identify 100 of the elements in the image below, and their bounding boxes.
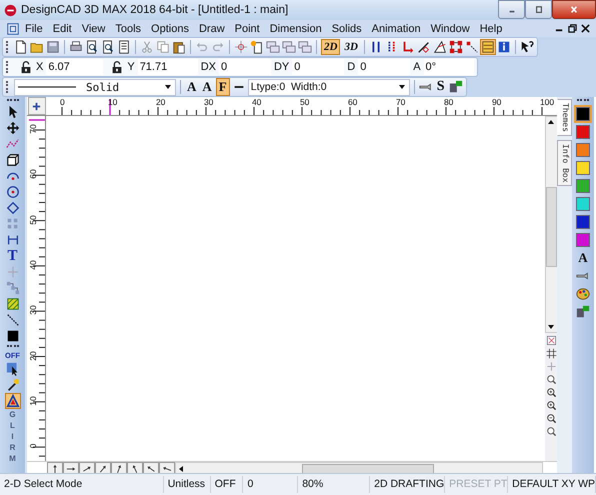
tools-icon[interactable] xyxy=(576,305,590,319)
scroll-left-icon[interactable] xyxy=(178,464,184,472)
line-icon[interactable] xyxy=(6,313,20,327)
menu-item[interactable]: Solids xyxy=(326,22,367,34)
zoom-out-icon[interactable] xyxy=(546,413,556,424)
snap-button[interactable]: R xyxy=(10,443,16,452)
cut-icon[interactable] xyxy=(140,40,154,54)
hatch-icon[interactable] xyxy=(6,297,20,311)
page-star-icon[interactable] xyxy=(250,40,264,54)
cross-box-icon[interactable] xyxy=(546,335,556,346)
plus-icon xyxy=(32,102,42,110)
paste-icon[interactable] xyxy=(172,40,186,54)
menu-item[interactable]: Dimension xyxy=(264,22,327,34)
snap-button[interactable]: I xyxy=(11,432,14,441)
text-color-button[interactable]: A xyxy=(578,251,588,265)
side-tab[interactable]: Info Box xyxy=(557,140,572,186)
print-icon[interactable] xyxy=(69,40,83,54)
circle-icon[interactable] xyxy=(6,185,20,199)
ruler-corner-button[interactable] xyxy=(28,97,46,115)
palette-icon[interactable] xyxy=(576,287,590,301)
triangle-icon[interactable] xyxy=(432,40,447,54)
wand-icon[interactable] xyxy=(6,378,20,392)
zoom-in-icon[interactable] xyxy=(546,400,556,411)
minimize-button[interactable] xyxy=(498,0,525,19)
layers-icon[interactable] xyxy=(480,40,495,54)
windows-icon[interactable] xyxy=(266,40,280,54)
scroll-up-icon[interactable] xyxy=(547,119,555,125)
windows-icon[interactable] xyxy=(298,40,312,54)
snap-button[interactable]: G xyxy=(9,410,16,419)
windows-icon[interactable] xyxy=(282,40,296,54)
info-icon[interactable] xyxy=(496,40,511,54)
line-style-dropdown[interactable]: Solid xyxy=(14,78,176,96)
menu-item[interactable]: Window xyxy=(426,22,475,34)
move-icon[interactable] xyxy=(6,121,20,135)
color-swatch[interactable] xyxy=(576,125,590,139)
menu-item[interactable]: Options xyxy=(146,22,194,34)
ruler-label: 30 xyxy=(204,97,214,107)
document-icon[interactable] xyxy=(117,40,131,54)
color-swatch[interactable] xyxy=(576,161,590,175)
maximize-button[interactable] xyxy=(525,0,552,19)
vertical-scrollbar[interactable] xyxy=(544,116,558,333)
dimension-icon[interactable] xyxy=(6,233,20,247)
menu-item[interactable]: Help xyxy=(474,22,508,34)
view-mode-button[interactable]: 3D xyxy=(342,40,360,54)
scrollbar-thumb[interactable] xyxy=(546,187,556,267)
font-button[interactable]: A xyxy=(200,79,214,95)
color-swatch[interactable] xyxy=(576,233,590,247)
color-swatch[interactable] xyxy=(576,143,590,157)
handles-icon[interactable] xyxy=(448,40,463,54)
scrollbar-thumb[interactable] xyxy=(302,464,434,474)
status-field: DEFAULT XY WP xyxy=(508,476,596,493)
status-field: PRESET PT xyxy=(445,476,508,493)
restore-icon[interactable] xyxy=(568,24,577,33)
dotted-line-icon[interactable] xyxy=(464,40,479,54)
close-button[interactable] xyxy=(552,0,596,19)
pen-icon[interactable] xyxy=(416,40,431,54)
fill-button[interactable]: F xyxy=(216,78,230,96)
side-tab[interactable]: Themes xyxy=(557,99,572,136)
snap-button[interactable]: M xyxy=(9,454,16,463)
view-mode-button[interactable]: 2D xyxy=(321,39,340,55)
menu-item[interactable]: Draw xyxy=(194,22,230,34)
filled-square-icon[interactable] xyxy=(6,329,20,343)
menu-item[interactable]: View xyxy=(76,22,110,34)
tools-icon[interactable] xyxy=(448,80,463,94)
nodes-icon[interactable] xyxy=(6,281,20,295)
cube-icon[interactable] xyxy=(6,153,20,167)
text-tool-button[interactable]: T xyxy=(7,249,18,263)
zoom-in-icon[interactable] xyxy=(546,387,556,398)
symbol-button[interactable]: S xyxy=(434,79,447,95)
magnifier-icon[interactable] xyxy=(546,426,556,437)
diamond-icon[interactable] xyxy=(6,201,20,215)
snap-button[interactable]: L xyxy=(10,421,15,430)
magnifier-icon[interactable] xyxy=(546,374,556,385)
close-icon[interactable] xyxy=(581,24,590,33)
maximize-icon xyxy=(534,6,544,14)
scroll-down-icon[interactable] xyxy=(547,324,555,330)
color-swatch[interactable] xyxy=(576,215,590,229)
menu-item[interactable]: Point xyxy=(230,22,265,34)
menu-item[interactable]: Animation xyxy=(366,22,426,34)
save-icon[interactable] xyxy=(46,40,60,54)
menu-item[interactable]: Edit xyxy=(48,22,77,34)
polyline-icon[interactable] xyxy=(6,137,20,151)
corner-arrow-icon[interactable] xyxy=(400,40,415,54)
new-file-icon[interactable] xyxy=(14,40,28,54)
color-swatch[interactable] xyxy=(576,107,590,121)
help-icon[interactable] xyxy=(520,40,534,54)
open-folder-icon[interactable] xyxy=(30,40,44,54)
print-preview-icon[interactable] xyxy=(85,40,99,54)
menu-item[interactable]: File xyxy=(20,22,48,34)
font-button[interactable]: A xyxy=(185,79,198,95)
menu-item[interactable]: Tools xyxy=(110,22,146,34)
print-preview-icon[interactable] xyxy=(101,40,115,54)
document-icon[interactable] xyxy=(6,22,20,36)
line-type-dropdown[interactable]: Ltype:0 Width:0 xyxy=(248,78,410,96)
grid-icon[interactable] xyxy=(546,348,556,359)
ruler-label: 40 xyxy=(252,97,262,107)
color-swatch[interactable] xyxy=(576,197,590,211)
color-swatch[interactable] xyxy=(576,179,590,193)
select-icon[interactable] xyxy=(6,362,20,376)
crosshair-icon[interactable] xyxy=(234,40,248,54)
